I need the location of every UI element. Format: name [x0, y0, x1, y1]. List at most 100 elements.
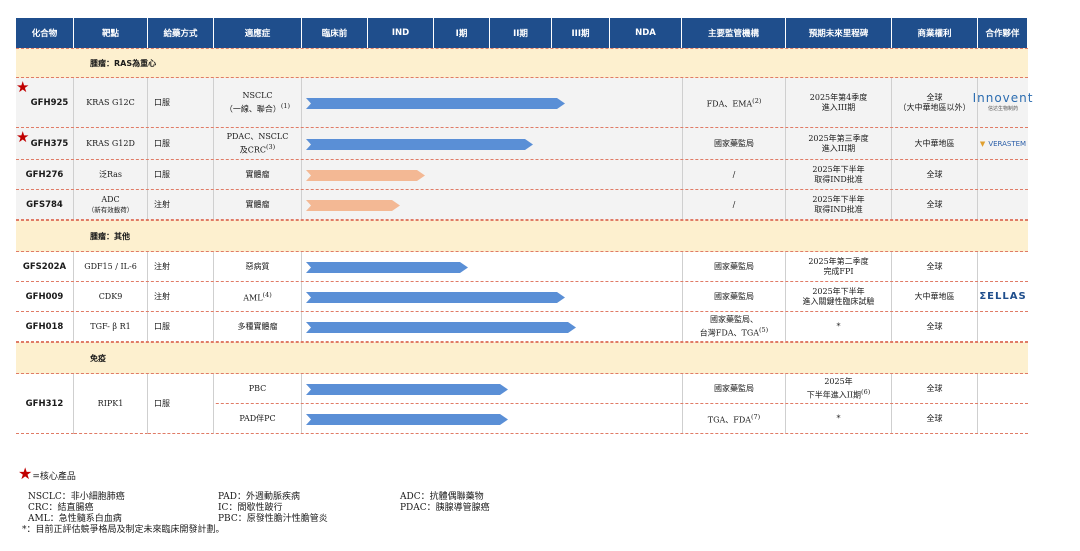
header-cell: 商業權利 [892, 18, 978, 48]
section-label: 腫瘤：其他 [90, 231, 130, 241]
regulator-wrap: 國家藥監局 [714, 139, 754, 149]
legend-note: *：目前正評估競爭格局及制定未來臨床開發計劃。 [22, 525, 225, 535]
indication-name: AML [243, 293, 263, 303]
target-name: KRAS G12D [86, 138, 135, 148]
header-cell: NDA [610, 18, 682, 48]
partner-sub: 信达生物制药 [988, 105, 1019, 112]
milestone-line: * [836, 321, 841, 331]
regulator-cell: 國家藥監局、台灣FDA、TGA(5) [682, 312, 786, 341]
progress-bar [306, 384, 508, 395]
regulator-line: 國家藥監局 [714, 384, 754, 394]
milestone-line: 2025年下半年 [812, 164, 865, 174]
rights-cell: 全球 [892, 252, 978, 281]
rights-cell: 全球 [892, 160, 978, 189]
regulator-name: 台灣FDA、TGA [699, 328, 760, 338]
regulator-name: 國家藥監局、 [710, 314, 758, 324]
route: 注射 [154, 261, 170, 271]
indication-wrap: NSCLC （一線、聯合）(1) [225, 91, 290, 115]
stage-cell [610, 190, 682, 219]
table-row: GFH276 泛Ras 口服 實體瘤 / 2025年下半年 取得IND批准 全球 [16, 160, 1028, 190]
regulator-cell: / [682, 160, 786, 189]
rights-line: 全球 [926, 321, 943, 331]
stage-cell [610, 312, 682, 341]
rights-line: 全球 [926, 199, 943, 209]
rights-wrap: 全球 [927, 322, 943, 332]
target-wrap: KRAS G12C [86, 98, 135, 108]
indication-line: 惡病質 [246, 262, 270, 272]
innovent-logo: Innovent 信达生物制药 [973, 92, 1034, 114]
compound-cell: GFS202A [16, 252, 74, 281]
stage-cell [552, 190, 610, 219]
compound-name: GFS784 [26, 199, 63, 210]
indication-wrap: 實體瘤 [246, 170, 270, 180]
stage-cell [610, 78, 682, 127]
rights-wrap: 全球 [927, 200, 943, 210]
rights-wrap: 大中華地區 [915, 292, 955, 302]
rights-line: 全球 [926, 413, 943, 423]
regulator-cell: / [682, 190, 786, 219]
milestone-line: 取得IND批准 [814, 174, 863, 184]
milestone-line: 2025年第二季度 [808, 256, 869, 266]
indication-sub: 及CRC [239, 145, 267, 155]
header-cell: III期 [552, 18, 610, 48]
indication-sub: （一線、聯合） [224, 104, 281, 114]
table-row: GFS202A GDF15 / IL-6 注射 惡病質 國家藥監局 2025年第二季度 完成… [16, 252, 1028, 282]
route: 注射 [154, 199, 170, 209]
partner-cell: ΣELLAS [978, 282, 1028, 311]
section-label: 腫瘤：RAS為重心 [90, 58, 157, 68]
target-wrap: TGF- β R1 [90, 322, 130, 332]
route-cell: 口服 [148, 374, 214, 434]
stage-cell [552, 404, 610, 433]
section-label: 免疫 [90, 353, 106, 363]
milestone-wrap: 2025年第三季度 進入III期 [808, 134, 868, 154]
compound-name: GFH018 [25, 321, 64, 332]
progress-bar [306, 139, 533, 150]
footnote-marker: (3) [266, 142, 276, 151]
regulator-cell: 國家藥監局 [682, 128, 786, 159]
stage-cell [490, 252, 552, 281]
regulator-line: 國家藥監局 [714, 262, 754, 272]
stage-cell [490, 190, 552, 219]
star-icon: ★ [18, 464, 33, 483]
target-cell: ADC （新有效載荷） [74, 190, 148, 219]
legend-ic: IC：間歇性跛行 [218, 503, 283, 513]
compound-name: GFH925 [30, 97, 69, 108]
rights-cell: 全球 [892, 404, 978, 433]
partner-cell [978, 312, 1028, 341]
milestone-wrap: 2025年 下半年進入II期(6) [807, 377, 871, 401]
regulator-name: FDA、EMA [706, 99, 753, 109]
regulator-line: FDA、EMA(2) [707, 96, 762, 110]
compound-cell: GFH312 [16, 374, 74, 434]
footnote-marker: (5) [759, 325, 769, 334]
ellas-logo: ΣELLAS [979, 290, 1027, 302]
section-row: 腫瘤：RAS為重心 [16, 48, 1028, 78]
indication-wrap: 多種實體瘤 [238, 322, 278, 332]
milestone-line: 2025年下半年 [812, 286, 865, 296]
indication-line: 多種實體瘤 [238, 322, 278, 332]
rights-wrap: 全球 [927, 262, 943, 272]
milestone-line: 進入III期 [821, 143, 856, 153]
regulator-cell: FDA、EMA(2) [682, 78, 786, 127]
rights-cell: 全球 [892, 190, 978, 219]
regulator-wrap: / [733, 200, 736, 210]
regulator-name: 國家藥監局 [714, 291, 754, 301]
legend-aml: AML：急性髓系白血病 [28, 514, 122, 524]
indication-cell: PAD伴PC [214, 404, 302, 433]
route-cell: 注射 [148, 282, 214, 311]
milestone-line: 下半年進入II期(6) [807, 387, 871, 401]
progress-bar [306, 170, 425, 181]
progress-bar [306, 98, 565, 109]
milestone-cell: 2025年下半年 取得IND批准 [786, 160, 892, 189]
compound-cell: GFH018 [16, 312, 74, 341]
legend-adc: ADC：抗體偶聯藥物 [400, 492, 484, 502]
indication-cell: AML(4) [214, 282, 302, 311]
milestone-wrap: 2025年第4季度 進入III期 [810, 93, 867, 113]
regulator-cell: 國家藥監局 [682, 282, 786, 311]
target-name: KRAS G12C [86, 97, 135, 107]
route-cell: 口服 [148, 312, 214, 341]
route: 口服 [154, 138, 170, 148]
regulator-wrap: / [733, 170, 736, 180]
table-row: GFH018 TGF- β R1 口服 多種實體瘤 國家藥監局、台灣FDA、TGA(5)… [16, 312, 1028, 342]
section-row: 免疫 [16, 342, 1028, 374]
target-name: GDF15 / IL-6 [84, 261, 137, 271]
